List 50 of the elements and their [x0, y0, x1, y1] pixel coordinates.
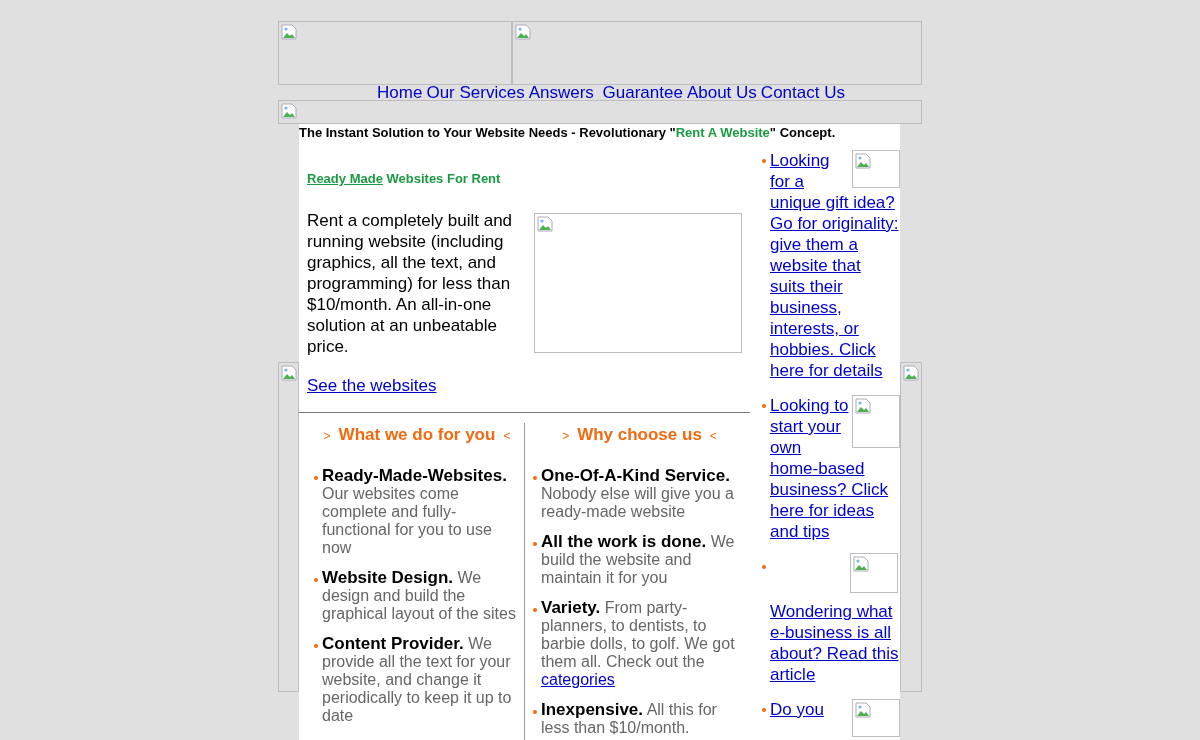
heading-marker: < — [503, 429, 511, 443]
column-heading: What we do for you — [338, 425, 496, 445]
nav-link[interactable]: Contact Us — [760, 85, 845, 100]
nav-link[interactable]: Our Services — [426, 85, 525, 100]
see-websites-link[interactable]: See the websites — [307, 376, 437, 396]
article-link[interactable]: Wondering what e-business is all about? Read this article — [770, 601, 900, 685]
nav-link[interactable]: Guarantee — [602, 85, 683, 100]
broken-image-icon — [515, 24, 531, 40]
feature-description: Ready-Made-Websites. Our websites come complete and fully-functional for you to use now — [322, 467, 508, 557]
bullet-icon — [762, 708, 766, 712]
heading-link[interactable]: Ready Made — [307, 171, 383, 186]
broken-image-icon — [537, 216, 553, 232]
column-heading: Why choose us — [577, 425, 702, 445]
bullet-icon — [314, 476, 318, 480]
article-link[interactable]: Do you — [770, 699, 900, 720]
bullet-icon — [762, 404, 766, 408]
feature-description: One-Of-A-Kind Service. Nobody else will give you a ready-made website — [541, 467, 735, 521]
broken-image-icon — [855, 398, 871, 414]
bullet-icon — [533, 710, 537, 714]
bullet-icon — [762, 159, 766, 163]
feature-description: Variety. From party-planners, to dentists, to barbie dolls, to golf. We got them all. Check out the categories — [541, 599, 736, 689]
bullet-icon — [533, 608, 537, 612]
broken-image-icon — [281, 24, 297, 40]
heading-marker: < — [709, 429, 717, 443]
feature-description: All the work is done. We build the website and maintain it for you — [541, 533, 736, 587]
nav-link[interactable]: Answers — [528, 85, 599, 100]
article-link[interactable]: Looking to start your own home-based business? Click here for ideas and tips — [770, 395, 900, 542]
heading-marker: > — [562, 429, 570, 443]
categories-link[interactable]: categories — [541, 671, 615, 688]
nav-link[interactable]: Home — [377, 85, 423, 100]
tagline: The Instant Solution to Your Website Needs - Revolutionary "Rent A Website" Concept. — [299, 124, 837, 140]
nav-link[interactable]: About Us — [686, 85, 757, 100]
bullet-icon — [762, 565, 766, 569]
intro-paragraph: Rent a completely built and running website (including graphics, all the text, and programming) for less than $10/month. An all-in-one solution at an unbeatable price. — [307, 210, 514, 357]
bullet-icon — [533, 476, 537, 480]
section-heading: Websites For Rent — [386, 171, 501, 186]
broken-image-icon — [903, 365, 919, 381]
feature-description: Inexpensive. All this for less than $10/month. — [541, 701, 718, 737]
broken-image-icon — [855, 153, 871, 169]
broken-image-icon — [855, 702, 871, 718]
heading-marker: > — [323, 429, 331, 443]
broken-image-icon — [281, 365, 297, 381]
feature-description: Website Design. We design and build the graphical layout of the sites — [322, 569, 516, 623]
broken-image-icon — [853, 556, 869, 572]
bullet-icon — [314, 578, 318, 582]
bullet-icon — [314, 644, 318, 648]
bullet-icon — [533, 542, 537, 546]
broken-image-icon — [281, 103, 297, 119]
article-link[interactable]: Looking for a unique gift idea? Go for originality: give them a website that suits their business, interests, or hobbies. Click here for details — [770, 150, 900, 381]
feature-description: Content Provider. We provide all the text for your website, and change it periodically to keep it up to date — [322, 635, 513, 725]
